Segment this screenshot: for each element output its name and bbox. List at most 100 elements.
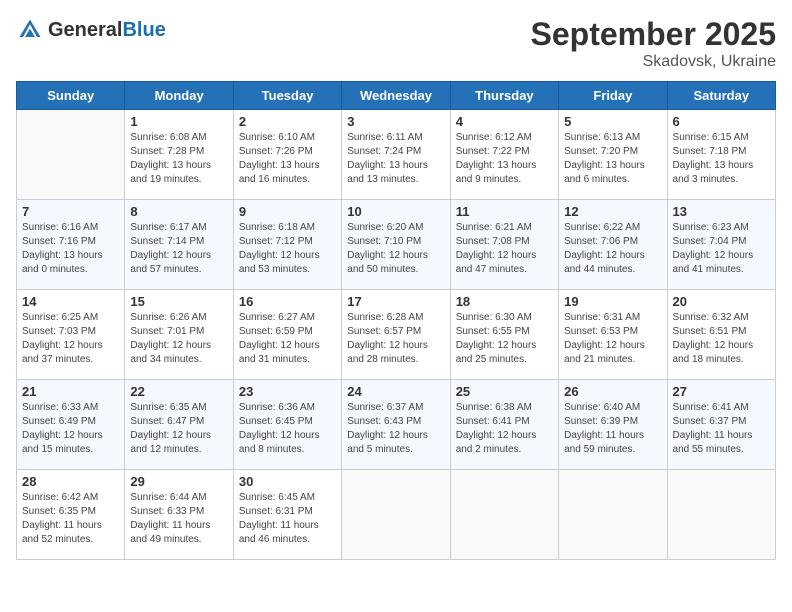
calendar-cell <box>667 470 775 560</box>
day-number: 6 <box>673 114 770 129</box>
day-number: 21 <box>22 384 119 399</box>
day-number: 14 <box>22 294 119 309</box>
day-header-saturday: Saturday <box>667 82 775 110</box>
day-info: Sunrise: 6:11 AM Sunset: 7:24 PM Dayligh… <box>347 131 444 187</box>
day-header-sunday: Sunday <box>17 82 125 110</box>
day-info: Sunrise: 6:37 AM Sunset: 6:43 PM Dayligh… <box>347 401 444 457</box>
logo-text: GeneralBlue <box>48 19 166 42</box>
day-number: 12 <box>564 204 661 219</box>
day-number: 2 <box>239 114 336 129</box>
day-number: 8 <box>130 204 227 219</box>
calendar-cell: 20Sunrise: 6:32 AM Sunset: 6:51 PM Dayli… <box>667 290 775 380</box>
title-block: September 2025 Skadovsk, Ukraine <box>531 16 776 71</box>
calendar-week-row: 7 Sunrise: 6:16 AM Sunset: 7:16 PM Daylig… <box>17 200 776 290</box>
calendar-cell: 27Sunrise: 6:41 AM Sunset: 6:37 PM Dayli… <box>667 380 775 470</box>
calendar-cell: 30 Sunrise: 6:45 AM Sunset: 6:31 PM Dayli… <box>233 470 341 560</box>
calendar-cell: 18Sunrise: 6:30 AM Sunset: 6:55 PM Dayli… <box>450 290 558 380</box>
day-header-wednesday: Wednesday <box>342 82 450 110</box>
calendar-cell: 8 Sunrise: 6:17 AM Sunset: 7:14 PM Daylig… <box>125 200 233 290</box>
day-info: Sunrise: 6:16 AM Sunset: 7:16 PM Dayligh… <box>22 221 119 277</box>
day-info: Sunrise: 6:22 AM Sunset: 7:06 PM Dayligh… <box>564 221 661 277</box>
calendar-cell <box>450 470 558 560</box>
logo-icon <box>16 16 44 44</box>
calendar-cell <box>559 470 667 560</box>
day-number: 11 <box>456 204 553 219</box>
logo-blue: Blue <box>122 19 165 41</box>
month-title: September 2025 <box>531 16 776 53</box>
day-header-thursday: Thursday <box>450 82 558 110</box>
day-info: Sunrise: 6:45 AM Sunset: 6:31 PM Dayligh… <box>239 491 336 547</box>
day-number: 3 <box>347 114 444 129</box>
day-info: Sunrise: 6:20 AM Sunset: 7:10 PM Dayligh… <box>347 221 444 277</box>
calendar-cell: 22 Sunrise: 6:35 AM Sunset: 6:47 PM Dayli… <box>125 380 233 470</box>
day-info: Sunrise: 6:10 AM Sunset: 7:26 PM Dayligh… <box>239 131 336 187</box>
day-number: 20 <box>673 294 770 309</box>
calendar-cell: 15Sunrise: 6:26 AM Sunset: 7:01 PM Dayli… <box>125 290 233 380</box>
day-info: Sunrise: 6:13 AM Sunset: 7:20 PM Dayligh… <box>564 131 661 187</box>
calendar-cell: 4 Sunrise: 6:12 AM Sunset: 7:22 PM Daylig… <box>450 110 558 200</box>
day-number: 9 <box>239 204 336 219</box>
location-title: Skadovsk, Ukraine <box>531 53 776 71</box>
day-info: Sunrise: 6:15 AM Sunset: 7:18 PM Dayligh… <box>673 131 770 187</box>
calendar-cell: 24 Sunrise: 6:37 AM Sunset: 6:43 PM Dayli… <box>342 380 450 470</box>
day-number: 22 <box>130 384 227 399</box>
calendar-cell: 5 Sunrise: 6:13 AM Sunset: 7:20 PM Daylig… <box>559 110 667 200</box>
day-info: Sunrise: 6:17 AM Sunset: 7:14 PM Dayligh… <box>130 221 227 277</box>
day-number: 1 <box>130 114 227 129</box>
day-info: Sunrise: 6:31 AM Sunset: 6:53 PM Dayligh… <box>564 311 661 367</box>
calendar-cell: 19 Sunrise: 6:31 AM Sunset: 6:53 PM Dayli… <box>559 290 667 380</box>
calendar-week-row: 21 Sunrise: 6:33 AM Sunset: 6:49 PM Dayli… <box>17 380 776 470</box>
calendar-cell: 14 Sunrise: 6:25 AM Sunset: 7:03 PM Dayli… <box>17 290 125 380</box>
day-number: 24 <box>347 384 444 399</box>
calendar-cell: 3 Sunrise: 6:11 AM Sunset: 7:24 PM Daylig… <box>342 110 450 200</box>
day-info: Sunrise: 6:33 AM Sunset: 6:49 PM Dayligh… <box>22 401 119 457</box>
day-number: 5 <box>564 114 661 129</box>
day-info: Sunrise: 6:25 AM Sunset: 7:03 PM Dayligh… <box>22 311 119 367</box>
day-number: 13 <box>673 204 770 219</box>
calendar-cell: 26 Sunrise: 6:40 AM Sunset: 6:39 PM Dayli… <box>559 380 667 470</box>
day-info: Sunrise: 6:21 AM Sunset: 7:08 PM Dayligh… <box>456 221 553 277</box>
calendar-table: SundayMondayTuesdayWednesdayThursdayFrid… <box>16 81 776 560</box>
calendar-cell: 7 Sunrise: 6:16 AM Sunset: 7:16 PM Daylig… <box>17 200 125 290</box>
day-number: 17 <box>347 294 444 309</box>
calendar-cell: 17Sunrise: 6:28 AM Sunset: 6:57 PM Dayli… <box>342 290 450 380</box>
day-number: 27 <box>673 384 770 399</box>
calendar-cell: 23Sunrise: 6:36 AM Sunset: 6:45 PM Dayli… <box>233 380 341 470</box>
day-info: Sunrise: 6:38 AM Sunset: 6:41 PM Dayligh… <box>456 401 553 457</box>
day-info: Sunrise: 6:08 AM Sunset: 7:28 PM Dayligh… <box>130 131 227 187</box>
calendar-cell: 25 Sunrise: 6:38 AM Sunset: 6:41 PM Dayli… <box>450 380 558 470</box>
calendar-cell: 12 Sunrise: 6:22 AM Sunset: 7:06 PM Dayli… <box>559 200 667 290</box>
day-number: 19 <box>564 294 661 309</box>
calendar-cell <box>342 470 450 560</box>
calendar-cell: 9Sunrise: 6:18 AM Sunset: 7:12 PM Daylig… <box>233 200 341 290</box>
day-number: 7 <box>22 204 119 219</box>
calendar-cell: 11 Sunrise: 6:21 AM Sunset: 7:08 PM Dayli… <box>450 200 558 290</box>
calendar-week-row: 14 Sunrise: 6:25 AM Sunset: 7:03 PM Dayli… <box>17 290 776 380</box>
day-info: Sunrise: 6:12 AM Sunset: 7:22 PM Dayligh… <box>456 131 553 187</box>
day-number: 29 <box>130 474 227 489</box>
calendar-week-row: 1 Sunrise: 6:08 AM Sunset: 7:28 PM Daylig… <box>17 110 776 200</box>
day-info: Sunrise: 6:35 AM Sunset: 6:47 PM Dayligh… <box>130 401 227 457</box>
calendar-header-row: SundayMondayTuesdayWednesdayThursdayFrid… <box>17 82 776 110</box>
calendar-cell: 13 Sunrise: 6:23 AM Sunset: 7:04 PM Dayli… <box>667 200 775 290</box>
day-number: 25 <box>456 384 553 399</box>
day-info: Sunrise: 6:40 AM Sunset: 6:39 PM Dayligh… <box>564 401 661 457</box>
page-header: GeneralBlue September 2025 Skadovsk, Ukr… <box>16 16 776 71</box>
day-number: 26 <box>564 384 661 399</box>
calendar-cell: 6 Sunrise: 6:15 AM Sunset: 7:18 PM Daylig… <box>667 110 775 200</box>
logo: GeneralBlue <box>16 16 166 44</box>
day-number: 4 <box>456 114 553 129</box>
day-number: 18 <box>456 294 553 309</box>
calendar-cell <box>17 110 125 200</box>
calendar-cell: 1 Sunrise: 6:08 AM Sunset: 7:28 PM Daylig… <box>125 110 233 200</box>
day-header-monday: Monday <box>125 82 233 110</box>
calendar-cell: 2 Sunrise: 6:10 AM Sunset: 7:26 PM Daylig… <box>233 110 341 200</box>
day-number: 30 <box>239 474 336 489</box>
day-info: Sunrise: 6:27 AM Sunset: 6:59 PM Dayligh… <box>239 311 336 367</box>
logo-general: General <box>48 19 122 41</box>
day-info: Sunrise: 6:42 AM Sunset: 6:35 PM Dayligh… <box>22 491 119 547</box>
day-number: 15 <box>130 294 227 309</box>
calendar-cell: 16Sunrise: 6:27 AM Sunset: 6:59 PM Dayli… <box>233 290 341 380</box>
calendar-cell: 21 Sunrise: 6:33 AM Sunset: 6:49 PM Dayli… <box>17 380 125 470</box>
day-info: Sunrise: 6:23 AM Sunset: 7:04 PM Dayligh… <box>673 221 770 277</box>
